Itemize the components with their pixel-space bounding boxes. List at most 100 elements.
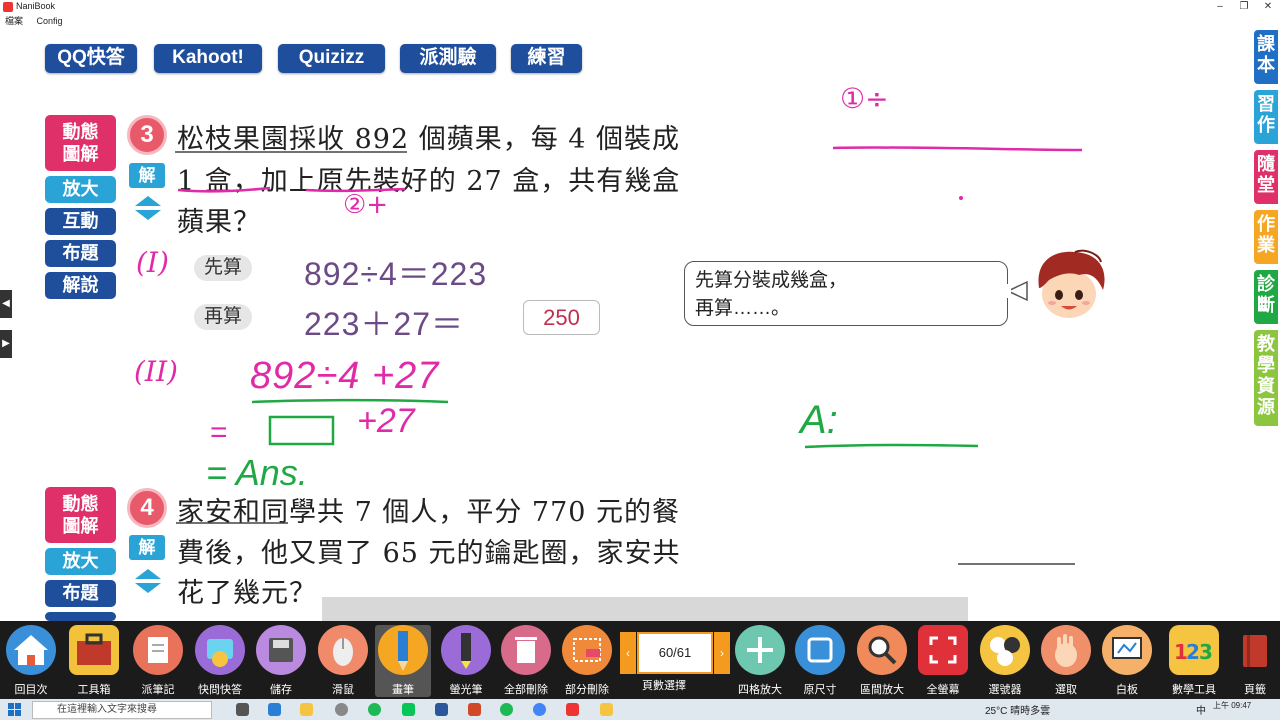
- save-label: 儲存: [270, 684, 292, 696]
- weather-status[interactable]: 25°C 晴時多雲: [985, 702, 1050, 717]
- explorer-icon[interactable]: [300, 703, 313, 716]
- math-tools[interactable]: 123 數學工具: [1164, 625, 1224, 697]
- prev-page-arrow-icon[interactable]: ◀: [0, 290, 12, 318]
- problem4-line-3: 花了幾元？: [177, 578, 317, 609]
- fullscreen-icon: [918, 625, 968, 675]
- expand-arrows-icon-4[interactable]: [133, 566, 163, 596]
- tab-textbook[interactable]: 課本: [1254, 30, 1278, 84]
- folder-icon[interactable]: [600, 703, 613, 716]
- annotation-step2: ②+: [343, 190, 389, 220]
- pen-label: 畫筆: [392, 684, 414, 696]
- number-picker-tool[interactable]: 選號器: [975, 625, 1035, 697]
- hand-raise-icon: [195, 625, 245, 675]
- area-zoom-tool[interactable]: 區間放大: [852, 625, 912, 697]
- partial-delete-tool[interactable]: 部分刪除: [557, 625, 617, 697]
- kahoot-button[interactable]: Kahoot!: [154, 44, 262, 73]
- assign-test-button[interactable]: 派測驗: [400, 44, 496, 73]
- original-size-tool[interactable]: 原尺寸: [790, 625, 850, 697]
- bookmark-label: 頁籤: [1244, 684, 1266, 696]
- lottery-balls-icon: [980, 625, 1030, 675]
- pen-tool[interactable]: 畫筆: [375, 625, 431, 697]
- page-prev-icon[interactable]: ‹: [620, 632, 636, 674]
- nanibook-taskbar-icon[interactable]: [566, 703, 579, 716]
- chrome-icon[interactable]: [533, 703, 546, 716]
- dynamic-label-4: 動態: [62, 494, 99, 514]
- tab-workbook[interactable]: 習作: [1254, 90, 1278, 144]
- roman-one: (I): [136, 246, 169, 279]
- highlighter-label: 螢光筆: [449, 684, 483, 696]
- handwritten-a-label: A:: [800, 398, 838, 442]
- tab-classwork[interactable]: 隨堂: [1254, 150, 1278, 204]
- svg-text:3: 3: [1199, 640, 1213, 664]
- svg-text:2: 2: [1186, 640, 1200, 664]
- send-notes-tool[interactable]: 派筆記: [128, 625, 188, 697]
- app-window: NaniBook – ❐ ✕ 檔案 Config QQ快答 Kahoot! Qu…: [0, 0, 1280, 720]
- solution-button-4[interactable]: 解: [129, 535, 165, 560]
- windows-taskbar: 在這裡輸入文字來搜尋 25°C 晴時多雲 中 上午 09:47: [0, 699, 1280, 720]
- title-bar: NaniBook – ❐ ✕: [0, 0, 1280, 14]
- app-title: NaniBook: [16, 1, 56, 11]
- annotation-step1: ①÷: [840, 82, 889, 115]
- area-zoom-label: 區間放大: [860, 684, 904, 696]
- magnifier-icon: [857, 625, 907, 675]
- handwriting-layer: [175, 146, 1083, 449]
- delete-all-tool[interactable]: 全部刪除: [496, 625, 556, 697]
- word-icon[interactable]: [435, 703, 448, 716]
- toolbox-icon: [69, 625, 119, 675]
- edge-icon[interactable]: [268, 703, 281, 716]
- powerpoint-icon[interactable]: [468, 703, 481, 716]
- menu-config[interactable]: Config: [37, 16, 63, 26]
- menu-file[interactable]: 檔案: [5, 14, 23, 27]
- ime-indicator[interactable]: 中: [1196, 702, 1206, 717]
- tab-diagnosis[interactable]: 診斷: [1254, 270, 1278, 324]
- math-tools-label: 數學工具: [1172, 684, 1216, 696]
- windows-start-icon[interactable]: [8, 703, 21, 716]
- explanation-button-4[interactable]: [45, 612, 116, 621]
- line-icon[interactable]: [402, 703, 415, 716]
- select-tool[interactable]: 選取: [1036, 625, 1096, 697]
- highlighter-tool[interactable]: 螢光筆: [436, 625, 496, 697]
- dynamic-diagram-button-4[interactable]: 動態 圖解: [45, 487, 116, 543]
- taskbar-search-input[interactable]: 在這裡輸入文字來搜尋: [32, 701, 212, 719]
- page-next-icon[interactable]: ›: [714, 632, 730, 674]
- fullscreen-tool[interactable]: 全螢幕: [913, 625, 973, 697]
- qq-quick-answer-button[interactable]: QQ快答: [45, 44, 137, 73]
- handwritten-expression: 892÷4 +27: [250, 355, 440, 397]
- quizizz-button[interactable]: Quizizz: [278, 44, 385, 73]
- grid-icon: [735, 625, 785, 675]
- setup-problem-button-4[interactable]: 布題: [45, 580, 116, 607]
- close-button[interactable]: ✕: [1256, 0, 1280, 14]
- quad-zoom-tool[interactable]: 四格放大: [730, 625, 790, 697]
- task-view-icon[interactable]: [236, 703, 249, 716]
- menu-bar: 檔案 Config: [0, 14, 69, 28]
- mouse-label: 滑鼠: [332, 684, 354, 696]
- minimize-button[interactable]: –: [1208, 0, 1232, 14]
- spotify-icon-2[interactable]: [500, 703, 513, 716]
- delete-all-label: 全部刪除: [504, 684, 548, 696]
- home-tool[interactable]: 回目次: [1, 625, 61, 697]
- bookmark-tool[interactable]: 頁籤: [1231, 625, 1279, 697]
- quad-zoom-label: 四格放大: [738, 684, 782, 696]
- practice-button[interactable]: 練習: [511, 44, 582, 73]
- restore-button[interactable]: ❐: [1232, 0, 1256, 14]
- whiteboard-tool[interactable]: 白板: [1097, 625, 1157, 697]
- quick-qa-tool[interactable]: 快問快答: [190, 625, 250, 697]
- mouse-tool[interactable]: 滑鼠: [313, 625, 373, 697]
- page-input[interactable]: 60/61: [637, 632, 713, 674]
- clock[interactable]: 上午 09:47: [1213, 700, 1251, 711]
- tab-homework[interactable]: 作業: [1254, 210, 1278, 264]
- eraser-icon: [562, 625, 612, 675]
- toolbox-tool[interactable]: 工具箱: [64, 625, 124, 697]
- partial-delete-label: 部分刪除: [565, 684, 609, 696]
- zoom-button-4[interactable]: 放大: [45, 548, 116, 575]
- app-icon-gray[interactable]: [335, 703, 348, 716]
- select-label: 選取: [1055, 684, 1077, 696]
- next-page-arrow-icon[interactable]: ▶: [0, 330, 12, 358]
- save-tool[interactable]: 儲存: [251, 625, 311, 697]
- tab-teaching-resources[interactable]: 教學資源: [1254, 330, 1278, 426]
- app-icon: [3, 2, 13, 12]
- pen-icon: [378, 625, 428, 675]
- spotify-icon[interactable]: [368, 703, 381, 716]
- whiteboard-icon: [1102, 625, 1152, 675]
- problem-number-4: 4: [127, 488, 167, 528]
